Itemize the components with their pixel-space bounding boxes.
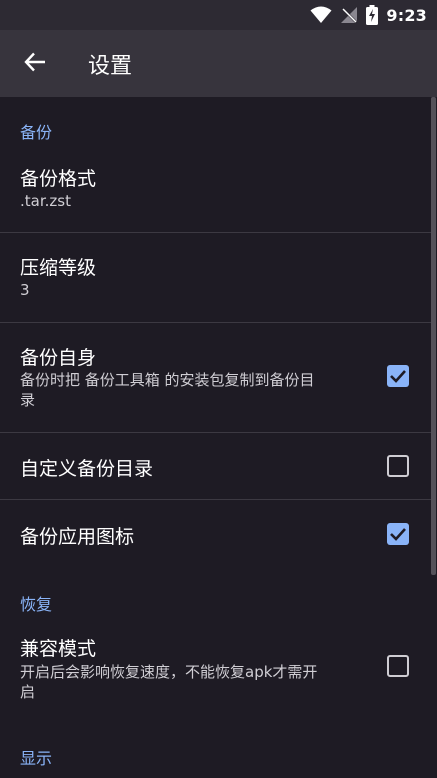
pref-backup-app-icon[interactable]: 备份应用图标 <box>0 500 433 570</box>
back-button[interactable] <box>0 30 70 97</box>
pref-compat-mode-summary-line1: 开启后会影响恢复速度，不能恢复apk才需开 <box>20 663 318 681</box>
category-restore: 恢复 <box>20 595 53 614</box>
pref-compat-mode-title: 兼容模式 <box>20 638 97 660</box>
battery-charging-icon <box>366 5 379 25</box>
app-bar: 设置 <box>0 30 437 97</box>
page-title: 设置 <box>88 53 133 79</box>
status-bar: 9:23 <box>0 0 437 30</box>
pref-custom-backup-dir[interactable]: 自定义备份目录 <box>0 433 433 500</box>
pref-backup-format-summary: .tar.zst <box>20 192 71 210</box>
pref-backup-self-title: 备份自身 <box>20 347 97 369</box>
wifi-icon <box>310 6 332 24</box>
custom-backup-dir-checkbox[interactable] <box>387 455 409 477</box>
pref-compression-level-summary: 3 <box>20 281 30 299</box>
backup-self-checkbox[interactable] <box>387 365 409 387</box>
pref-backup-self-summary-line2: 录 <box>20 391 36 409</box>
category-display: 显示 <box>20 749 53 768</box>
pref-compression-level[interactable]: 压缩等级 3 <box>0 233 433 323</box>
pref-custom-backup-dir-title: 自定义备份目录 <box>20 458 154 480</box>
category-backup: 备份 <box>20 123 53 142</box>
pref-compat-mode[interactable]: 兼容模式 开启后会影响恢复速度，不能恢复apk才需开 启 <box>0 622 433 722</box>
arrow-back-icon <box>24 52 46 76</box>
no-signal-icon <box>340 6 359 24</box>
pref-backup-app-icon-title: 备份应用图标 <box>20 526 135 548</box>
status-time: 9:23 <box>386 5 427 25</box>
pref-backup-self[interactable]: 备份自身 备份时把 备份工具箱 的安装包复制到备份目 录 <box>0 323 433 433</box>
pref-backup-self-summary-line1: 备份时把 备份工具箱 的安装包复制到备份目 <box>20 371 315 389</box>
pref-compat-mode-summary-line2: 启 <box>20 683 36 701</box>
backup-app-icon-checkbox[interactable] <box>387 523 409 545</box>
compat-mode-checkbox[interactable] <box>387 655 409 677</box>
pref-compression-level-title: 压缩等级 <box>20 257 97 279</box>
pref-backup-format[interactable]: 备份格式 .tar.zst <box>0 152 433 232</box>
scrollbar-thumb[interactable] <box>431 97 436 575</box>
check-icon <box>390 528 406 541</box>
settings-list[interactable]: 备份 备份格式 .tar.zst 压缩等级 3 备份自身 备份时把 备份工具箱 … <box>0 97 437 778</box>
pref-backup-format-title: 备份格式 <box>20 168 97 190</box>
check-icon <box>390 370 406 383</box>
